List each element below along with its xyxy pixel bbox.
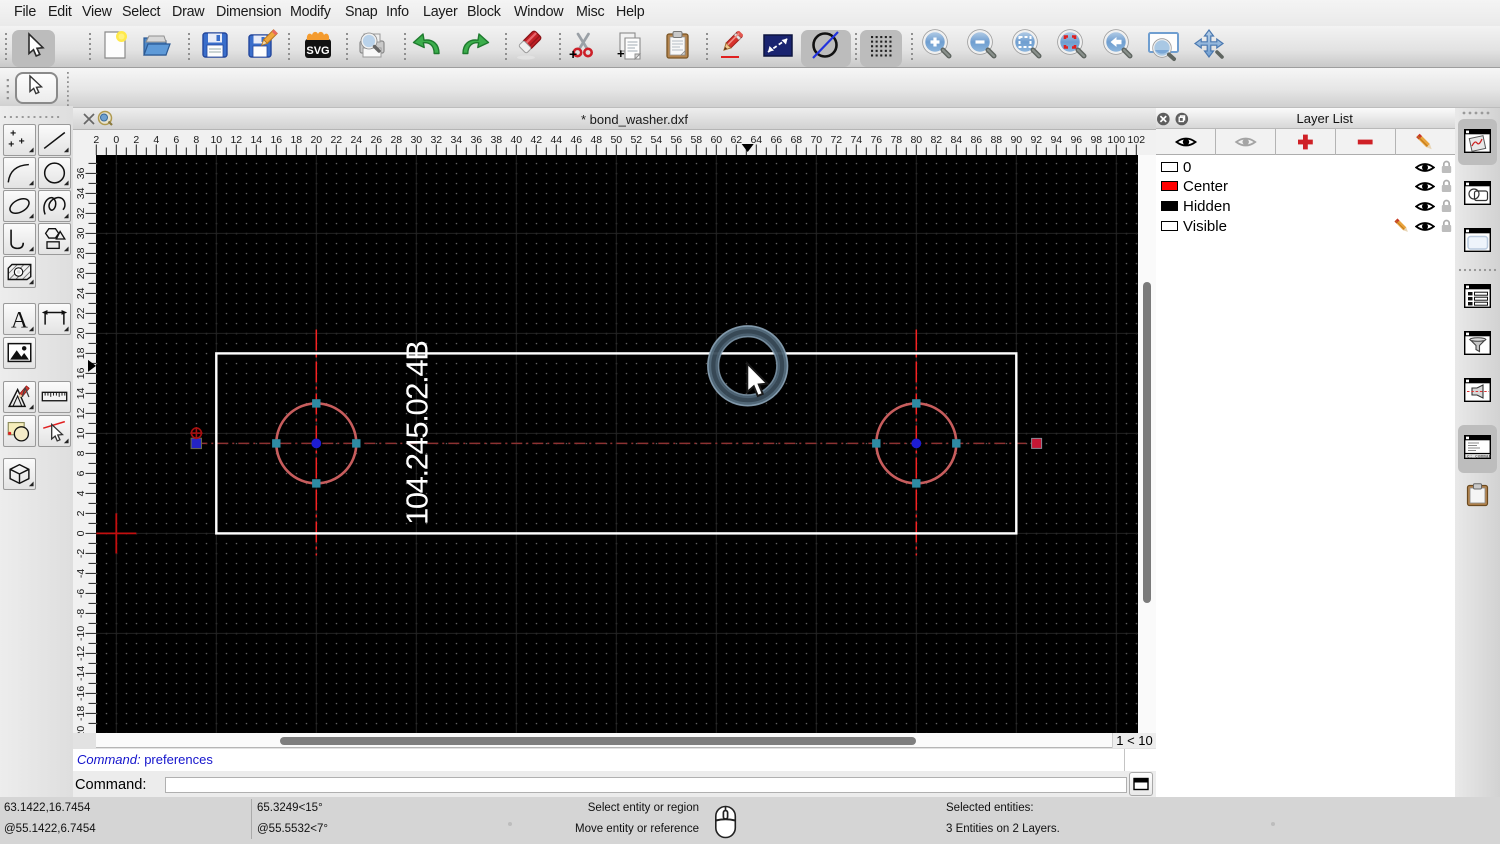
svg-text:54: 54 — [650, 134, 662, 146]
svg-text:80: 80 — [910, 134, 922, 146]
svg-text:+: + — [569, 46, 577, 62]
svg-text:6: 6 — [173, 134, 179, 146]
svg-text:86: 86 — [970, 134, 982, 146]
svg-text:-10: -10 — [75, 626, 87, 641]
svg-text:18: 18 — [290, 134, 302, 146]
svg-text:76: 76 — [870, 134, 882, 146]
svg-text:68: 68 — [790, 134, 802, 146]
svg-text:74: 74 — [850, 134, 862, 146]
svg-text:78: 78 — [890, 134, 902, 146]
svg-text:-14: -14 — [75, 666, 87, 681]
svg-text:30: 30 — [75, 227, 87, 239]
svg-text:56: 56 — [670, 134, 682, 146]
svg-text:66: 66 — [770, 134, 782, 146]
svg-text:94: 94 — [1050, 134, 1062, 146]
svg-text:0: 0 — [113, 134, 119, 146]
svg-text:48: 48 — [590, 134, 602, 146]
svg-text:24: 24 — [350, 134, 362, 146]
svg-text:28: 28 — [75, 247, 87, 259]
svg-text:90: 90 — [1010, 134, 1022, 146]
svg-text:72: 72 — [830, 134, 842, 146]
svg-text:18: 18 — [75, 347, 87, 359]
svg-text:6: 6 — [75, 470, 87, 476]
svg-text:-16: -16 — [75, 686, 87, 701]
svg-text:28: 28 — [390, 134, 402, 146]
svg-text:Layer List: Layer List — [1297, 111, 1354, 126]
svg-text:4: 4 — [153, 134, 159, 146]
svg-text:14: 14 — [75, 387, 87, 399]
svg-text:22: 22 — [330, 134, 342, 146]
svg-text:4: 4 — [75, 490, 87, 496]
svg-text:50: 50 — [610, 134, 622, 146]
svg-text:14: 14 — [250, 134, 262, 146]
svg-text:44: 44 — [550, 134, 562, 146]
svg-text:102: 102 — [1128, 134, 1146, 146]
svg-text:12: 12 — [230, 134, 242, 146]
svg-text:42: 42 — [530, 134, 542, 146]
svg-text:+: + — [10, 128, 16, 139]
svg-text:+: + — [8, 140, 14, 151]
svg-text:36: 36 — [75, 167, 87, 179]
svg-text:82: 82 — [930, 134, 942, 146]
svg-text:0: 0 — [75, 530, 87, 536]
svg-text:8: 8 — [193, 134, 199, 146]
svg-text:-4: -4 — [75, 569, 87, 578]
svg-text:46: 46 — [570, 134, 582, 146]
svg-text:60: 60 — [710, 134, 722, 146]
svg-text:22: 22 — [75, 307, 87, 319]
svg-text:24: 24 — [75, 287, 87, 299]
svg-text:10: 10 — [75, 427, 87, 439]
svg-text:-6: -6 — [75, 589, 87, 598]
svg-text:-20: -20 — [75, 726, 87, 733]
svg-text:40: 40 — [510, 134, 522, 146]
svg-text:-8: -8 — [75, 609, 87, 618]
svg-text:84: 84 — [950, 134, 962, 146]
svg-text:104.245.02.4B: 104.245.02.4B — [400, 341, 435, 525]
svg-text:92: 92 — [1030, 134, 1042, 146]
svg-text:20: 20 — [310, 134, 322, 146]
svg-text:10: 10 — [210, 134, 222, 146]
svg-text:8: 8 — [75, 450, 87, 456]
svg-text:20: 20 — [75, 327, 87, 339]
svg-text:-18: -18 — [75, 706, 87, 721]
svg-text:SVG: SVG — [306, 45, 329, 57]
svg-text:62: 62 — [730, 134, 742, 146]
svg-text:32: 32 — [430, 134, 442, 146]
svg-text:88: 88 — [990, 134, 1002, 146]
svg-text:c: command: c: command — [1467, 454, 1491, 459]
svg-text:70: 70 — [810, 134, 822, 146]
svg-text:34: 34 — [450, 134, 462, 146]
svg-text:+: + — [19, 137, 25, 148]
svg-text:16: 16 — [270, 134, 282, 146]
svg-text:2: 2 — [133, 134, 139, 146]
svg-text:58: 58 — [690, 134, 702, 146]
svg-text:26: 26 — [75, 267, 87, 279]
svg-text:30: 30 — [410, 134, 422, 146]
svg-text:98: 98 — [1090, 134, 1102, 146]
svg-text:-2: -2 — [75, 549, 87, 558]
svg-text:-12: -12 — [75, 646, 87, 661]
svg-text:36: 36 — [470, 134, 482, 146]
svg-text:2: 2 — [93, 134, 99, 146]
svg-text:52: 52 — [630, 134, 642, 146]
svg-text:100: 100 — [1108, 134, 1126, 146]
svg-text:A: A — [11, 307, 28, 333]
svg-text:38: 38 — [490, 134, 502, 146]
svg-text:12: 12 — [75, 407, 87, 419]
svg-text:26: 26 — [370, 134, 382, 146]
svg-text:+: + — [617, 46, 625, 61]
svg-text:32: 32 — [75, 207, 87, 219]
svg-text:34: 34 — [75, 187, 87, 199]
svg-text:16: 16 — [75, 367, 87, 379]
svg-text:2: 2 — [75, 510, 87, 516]
svg-text:96: 96 — [1070, 134, 1082, 146]
